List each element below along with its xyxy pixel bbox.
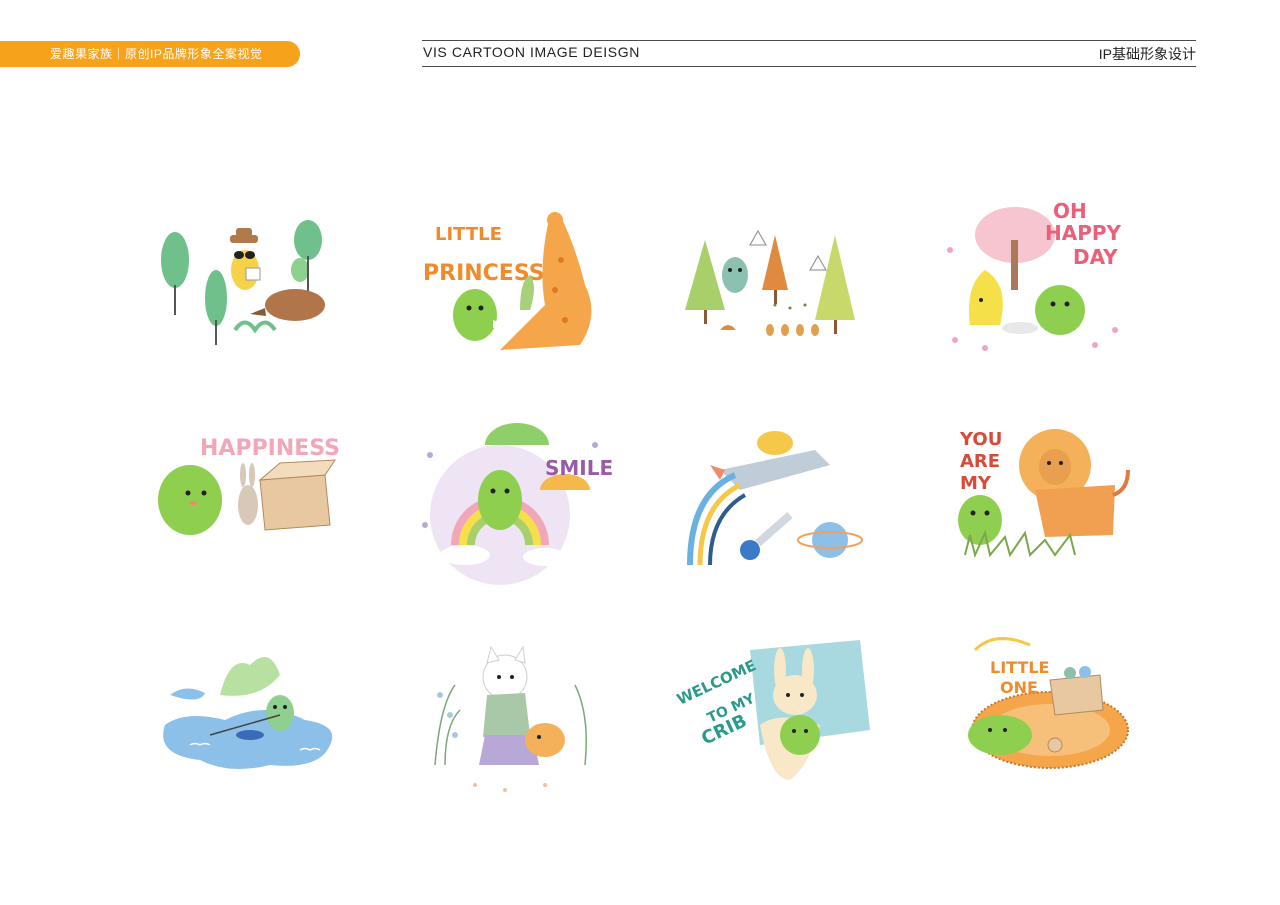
sticker-little-princess: LITTLE PRINCESS	[415, 190, 615, 360]
rocket-planet-icon	[687, 431, 863, 566]
sticker-pine-trail	[680, 190, 880, 360]
sticker-word: ARE	[960, 451, 1000, 472]
pine-trail-icon	[685, 229, 855, 336]
puddle-fishing-icon	[163, 657, 333, 769]
sticker-word: DAY	[1073, 245, 1118, 269]
umbrella-rainbow-icon: SMILE	[422, 423, 613, 585]
sticker-word: SMILE	[545, 456, 613, 480]
sticker-oh-happy-day: OH HAPPY DAY	[945, 190, 1145, 360]
cat-walk-icon	[434, 645, 587, 792]
sticker-you-are-my: YOU ARE MY	[945, 415, 1145, 585]
sticker-word: HAPPINESS	[200, 436, 340, 461]
gift-box-icon: HAPPINESS	[158, 436, 340, 535]
sticker-word: HAPPY	[1045, 221, 1122, 245]
brand-tab: 爱趣果家族｜原创IP品牌形象全案视觉	[0, 41, 300, 67]
sticker-puddle-fishing	[150, 635, 350, 805]
header-rule-top	[422, 40, 1196, 41]
sticker-happiness: HAPPINESS	[150, 415, 350, 585]
sticker-welcome-crib: WELCOME TO MY CRIB	[674, 635, 880, 805]
sticker-little-one: LITTLE ONE	[945, 635, 1145, 805]
sticker-grid: LITTLE PRINCESS OH HAPPY DAY HAPPINESS S…	[150, 190, 1140, 792]
picnic-icon: OH HAPPY DAY	[947, 199, 1122, 351]
sticker-word: ONE	[1000, 678, 1038, 697]
sticker-forest-reading	[150, 190, 350, 360]
sticker-word: OH	[1053, 199, 1087, 223]
sticker-word: LITTLE	[435, 224, 502, 245]
sticker-word: MY	[960, 473, 992, 494]
sticker-word: LITTLE	[990, 658, 1049, 677]
sticker-smile: SMILE	[415, 415, 615, 585]
bunny-pillow-icon: WELCOME TO MY CRIB	[674, 640, 870, 780]
header-title-left: VIS CARTOON IMAGE DEISGN	[423, 44, 640, 60]
sticker-word: YOU	[959, 429, 1002, 450]
header-rule-bottom	[422, 66, 1196, 67]
lion-icon: YOU ARE MY	[958, 429, 1130, 559]
rug-nap-icon: LITTLE ONE	[968, 637, 1129, 769]
header-title-right: IP基础形象设计	[1098, 46, 1196, 62]
forest-reading-icon	[161, 220, 325, 345]
giraffe-icon: LITTLE PRINCESS	[423, 212, 592, 350]
sticker-rocket-planet	[680, 415, 880, 585]
sticker-cat-walk	[415, 635, 615, 805]
